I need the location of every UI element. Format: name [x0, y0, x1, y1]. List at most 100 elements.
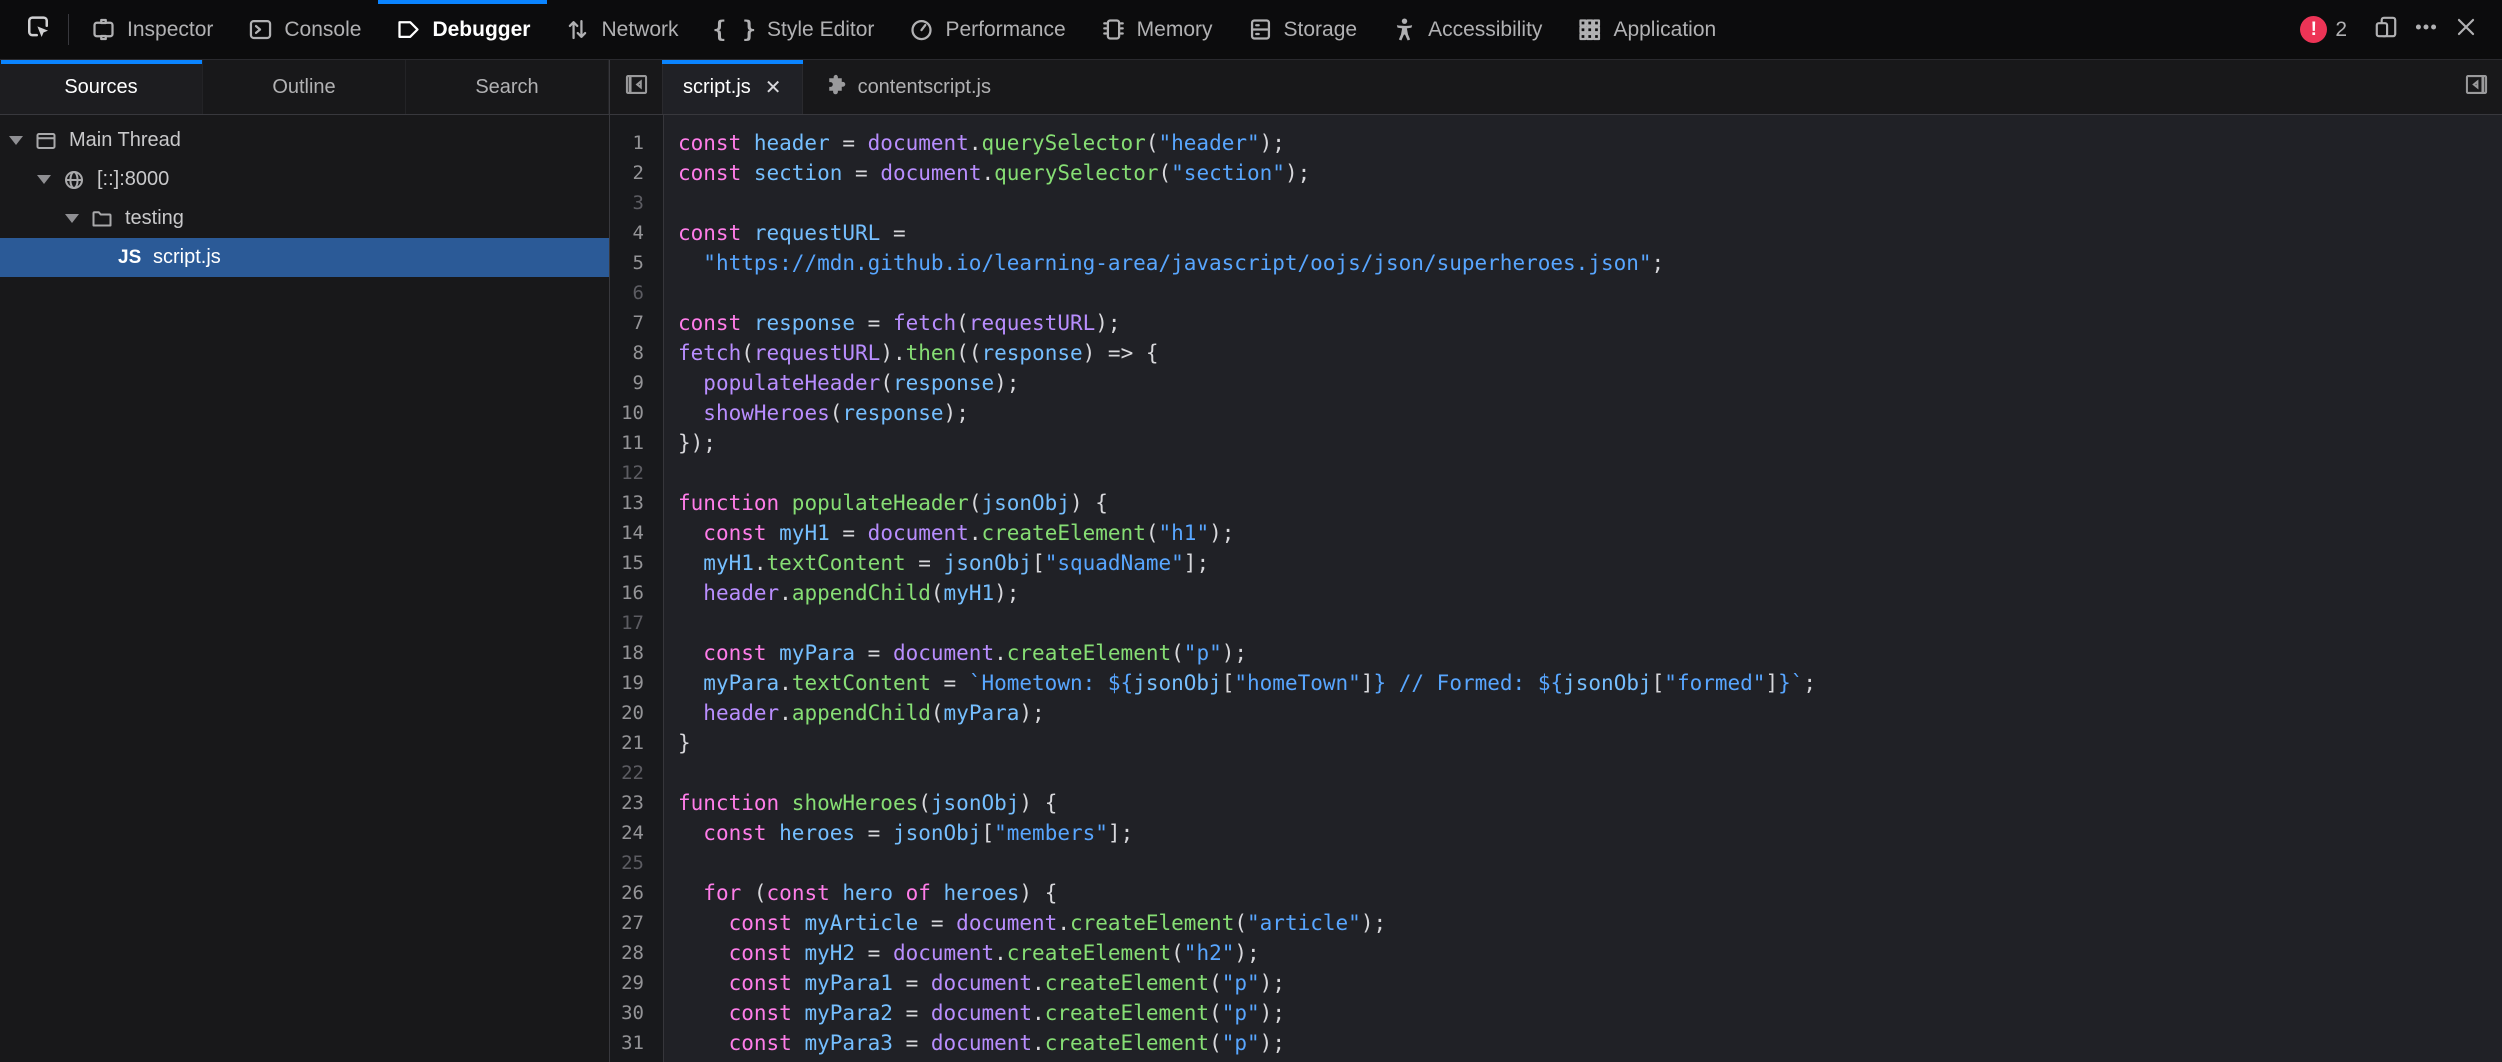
code-line-3[interactable]: 3: [610, 188, 2502, 218]
panel-tab-accessibility[interactable]: Accessibility: [1374, 0, 1559, 59]
code-line-27[interactable]: 27 const myArticle = document.createElem…: [610, 908, 2502, 938]
line-number[interactable]: 23: [610, 788, 654, 818]
line-number[interactable]: 9: [610, 368, 654, 398]
line-number[interactable]: 8: [610, 338, 654, 368]
code-line-15[interactable]: 15 myH1.textContent = jsonObj["squadName…: [610, 548, 2502, 578]
code-line-9[interactable]: 9 populateHeader(response);: [610, 368, 2502, 398]
line-number[interactable]: 15: [610, 548, 654, 578]
expand-arrow-icon[interactable]: [8, 136, 24, 145]
code-line-5[interactable]: 5 "https://mdn.github.io/learning-area/j…: [610, 248, 2502, 278]
line-number[interactable]: 5: [610, 248, 654, 278]
panel-tab-console[interactable]: Console: [230, 0, 378, 59]
code-line-2[interactable]: 2const section = document.querySelector(…: [610, 158, 2502, 188]
expand-arrow-icon[interactable]: [64, 214, 80, 223]
line-number[interactable]: 17: [610, 608, 654, 638]
line-number[interactable]: 22: [610, 758, 654, 788]
code-line-25[interactable]: 25: [610, 848, 2502, 878]
devtools-window: InspectorConsoleDebuggerNetwork{ }Style …: [0, 0, 2502, 1062]
file-tab-contentscript.js[interactable]: contentscript.js: [803, 60, 1011, 114]
code-line-22[interactable]: 22: [610, 758, 2502, 788]
panel-tab-memory[interactable]: Memory: [1083, 0, 1230, 59]
line-number[interactable]: 16: [610, 578, 654, 608]
panel-tab-application[interactable]: Application: [1559, 0, 1733, 59]
devtools-toolbar: InspectorConsoleDebuggerNetwork{ }Style …: [0, 0, 2502, 60]
code-line-11[interactable]: 11});: [610, 428, 2502, 458]
code-line-14[interactable]: 14 const myH1 = document.createElement("…: [610, 518, 2502, 548]
source-tree-item-script.js[interactable]: JSscript.js: [0, 238, 609, 277]
code-editor[interactable]: 1const header = document.querySelector("…: [610, 115, 2502, 1062]
line-number[interactable]: 3: [610, 188, 654, 218]
panel-tab-inspector[interactable]: Inspector: [73, 0, 230, 59]
code-line-1[interactable]: 1const header = document.querySelector("…: [610, 128, 2502, 158]
error-badge[interactable]: ! 2: [2300, 16, 2347, 43]
code-line-18[interactable]: 18 const myPara = document.createElement…: [610, 638, 2502, 668]
line-number[interactable]: 7: [610, 308, 654, 338]
panel-tab-storage[interactable]: Storage: [1230, 0, 1375, 59]
line-number[interactable]: 29: [610, 968, 654, 998]
code-line-10[interactable]: 10 showHeroes(response);: [610, 398, 2502, 428]
line-number[interactable]: 30: [610, 998, 654, 1028]
line-number[interactable]: 28: [610, 938, 654, 968]
sources-pane-tab-search[interactable]: Search: [406, 60, 609, 114]
line-number[interactable]: 6: [610, 278, 654, 308]
code-line-21[interactable]: 21}: [610, 728, 2502, 758]
line-number[interactable]: 1: [610, 128, 654, 158]
line-number[interactable]: 21: [610, 728, 654, 758]
line-number[interactable]: 19: [610, 668, 654, 698]
code-line-8[interactable]: 8fetch(requestURL).then((response) => {: [610, 338, 2502, 368]
line-number[interactable]: 24: [610, 818, 654, 848]
code-line-30[interactable]: 30 const myPara2 = document.createElemen…: [610, 998, 2502, 1028]
line-number[interactable]: 26: [610, 878, 654, 908]
code-line-24[interactable]: 24 const heroes = jsonObj["members"];: [610, 818, 2502, 848]
code-line-16[interactable]: 16 header.appendChild(myH1);: [610, 578, 2502, 608]
sources-pane-tab-outline[interactable]: Outline: [203, 60, 406, 114]
code-line-20[interactable]: 20 header.appendChild(myPara);: [610, 698, 2502, 728]
close-tab-icon[interactable]: ✕: [765, 75, 782, 100]
line-number[interactable]: 4: [610, 218, 654, 248]
line-number[interactable]: 27: [610, 908, 654, 938]
memory-icon: [1100, 16, 1127, 43]
responsive-design-mode-button[interactable]: [2366, 10, 2406, 50]
panel-tab-network[interactable]: Network: [547, 0, 695, 59]
line-source: const myArticle = document.createElement…: [654, 908, 1386, 938]
panel-tab-style-editor[interactable]: { }Style Editor: [696, 0, 892, 59]
expand-arrow-icon[interactable]: [36, 175, 52, 184]
line-number[interactable]: 11: [610, 428, 654, 458]
source-tree-item--8000[interactable]: [::]:8000: [0, 160, 609, 199]
code-line-23[interactable]: 23function showHeroes(jsonObj) {: [610, 788, 2502, 818]
line-number[interactable]: 14: [610, 518, 654, 548]
close-devtools-button[interactable]: [2446, 10, 2486, 50]
source-tree-item-main-thread[interactable]: Main Thread: [0, 121, 609, 160]
file-tab-script.js[interactable]: script.js✕: [662, 60, 803, 114]
line-number[interactable]: 25: [610, 848, 654, 878]
code-line-17[interactable]: 17: [610, 608, 2502, 638]
line-number[interactable]: 10: [610, 398, 654, 428]
sources-pane-tab-sources[interactable]: Sources: [0, 60, 203, 114]
node-picker-button[interactable]: [12, 0, 64, 59]
devtools-menu-button[interactable]: [2406, 10, 2446, 50]
code-line-4[interactable]: 4const requestURL =: [610, 218, 2502, 248]
code-line-26[interactable]: 26 for (const hero of heroes) {: [610, 878, 2502, 908]
panel-tab-debugger[interactable]: Debugger: [378, 0, 547, 59]
code-line-19[interactable]: 19 myPara.textContent = `Hometown: ${jso…: [610, 668, 2502, 698]
line-number[interactable]: 18: [610, 638, 654, 668]
sources-pane-tabs: SourcesOutlineSearch: [0, 60, 610, 114]
network-icon: [564, 16, 591, 43]
code-line-13[interactable]: 13function populateHeader(jsonObj) {: [610, 488, 2502, 518]
line-number[interactable]: 12: [610, 458, 654, 488]
line-number[interactable]: 31: [610, 1028, 654, 1058]
code-line-28[interactable]: 28 const myH2 = document.createElement("…: [610, 938, 2502, 968]
line-number[interactable]: 13: [610, 488, 654, 518]
code-line-29[interactable]: 29 const myPara1 = document.createElemen…: [610, 968, 2502, 998]
collapse-sources-pane-button[interactable]: [610, 60, 662, 114]
source-tree-item-testing[interactable]: testing: [0, 199, 609, 238]
panel-tab-performance[interactable]: Performance: [891, 0, 1082, 59]
code-line-31[interactable]: 31 const myPara3 = document.createElemen…: [610, 1028, 2502, 1058]
line-number[interactable]: 2: [610, 158, 654, 188]
line-number[interactable]: 20: [610, 698, 654, 728]
collapse-right-pane-button[interactable]: [2450, 60, 2502, 114]
code-line-7[interactable]: 7const response = fetch(requestURL);: [610, 308, 2502, 338]
code-line-6[interactable]: 6: [610, 278, 2502, 308]
code-line-12[interactable]: 12: [610, 458, 2502, 488]
tree-item-label: Main Thread: [69, 129, 181, 152]
